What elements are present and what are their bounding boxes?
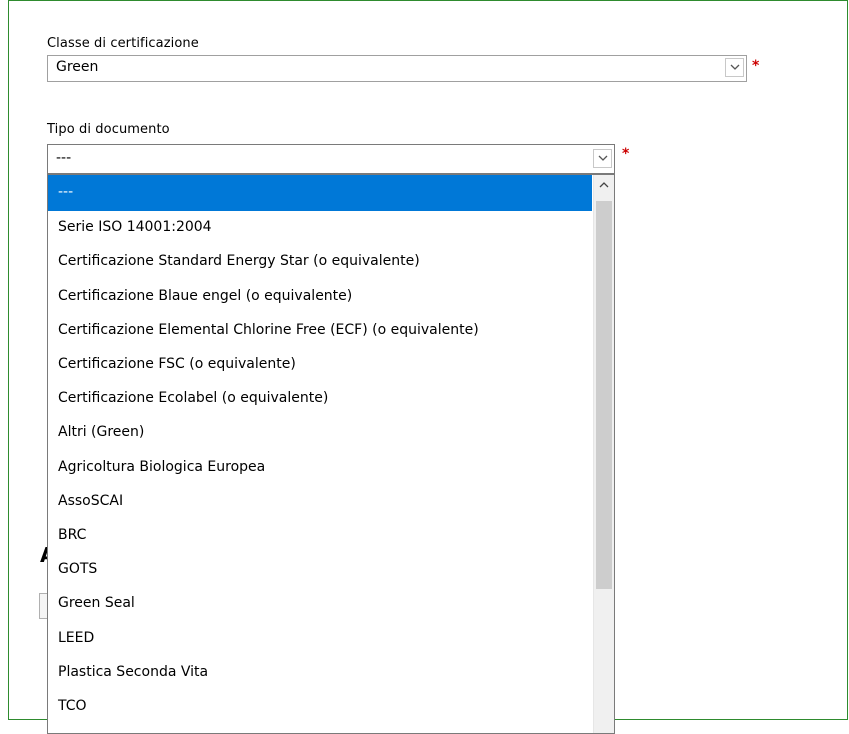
classe-value: Green [56,59,99,75]
tipo-label: Tipo di documento [47,122,170,137]
dropdown-option[interactable]: Serie ISO 14001:2004 [48,210,592,244]
dropdown-option[interactable]: --- [48,175,592,211]
tipo-required-mark: * [622,146,630,162]
dropdown-option[interactable]: Agricoltura Biologica Europea [48,450,592,484]
hidden-field-fragment [39,593,47,619]
tipo-dropdown-list[interactable]: --- Serie ISO 14001:2004 Certificazione St… [47,174,615,734]
dropdown-option[interactable]: Certificazione Elemental Chlorine Free (… [48,313,592,347]
dropdown-option[interactable]: Certificazione FSC (o equivalente) [48,347,592,381]
dropdown-option[interactable]: Certificazione Blaue engel (o equivalent… [48,279,592,313]
dropdown-option[interactable]: Plastica Seconda Vita [48,655,592,689]
dropdown-option[interactable]: LEED [48,621,592,655]
chevron-down-icon[interactable] [725,58,744,77]
dropdown-scrollbar[interactable] [593,175,614,733]
dropdown-option[interactable]: Green Seal [48,586,592,620]
dropdown-option[interactable]: Certificazione Ecolabel (o equivalente) [48,381,592,415]
classe-label: Classe di certificazione [47,36,199,51]
dropdown-option[interactable]: TCO [48,689,592,723]
dropdown-option[interactable]: GOTS [48,552,592,586]
chevron-down-icon[interactable] [593,149,612,168]
dropdown-option[interactable]: BRC [48,518,592,552]
classe-required-mark: * [752,58,760,74]
dropdown-option[interactable]: Altri (Green) [48,415,592,449]
dropdown-option[interactable]: Certificazione Standard Energy Star (o e… [48,244,592,278]
classe-select[interactable]: Green [47,55,747,82]
chevron-up-icon[interactable] [594,175,614,195]
tipo-value: --- [56,150,72,166]
scrollbar-thumb[interactable] [596,201,612,589]
tipo-select[interactable]: --- [47,144,615,174]
dropdown-option[interactable]: AssoSCAI [48,484,592,518]
